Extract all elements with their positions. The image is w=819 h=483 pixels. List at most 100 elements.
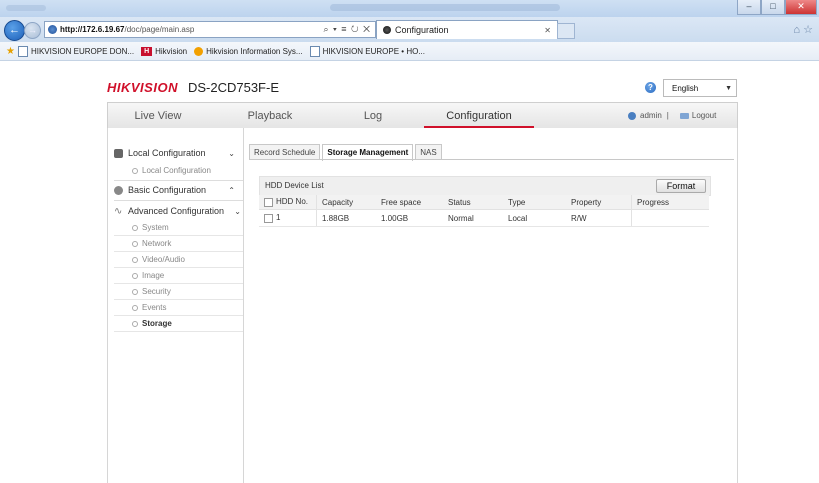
col-capacity: Capacity bbox=[316, 195, 376, 210]
sidebar-item-label: System bbox=[142, 223, 169, 232]
table-row[interactable]: 1 1.88GB 1.00GB Normal Local R/W bbox=[259, 209, 709, 227]
minimize-button[interactable]: – bbox=[737, 0, 761, 15]
content-frame: Local Configuration ⌄ Local Configuratio… bbox=[107, 128, 738, 483]
tab-title: Configuration bbox=[395, 25, 449, 35]
home-icon[interactable]: ⌂ bbox=[793, 24, 800, 36]
logo-text: HIKVISION bbox=[107, 80, 178, 95]
url-path: /doc/page/main.asp bbox=[124, 25, 195, 34]
row-checkbox[interactable] bbox=[264, 213, 273, 223]
logout-icon bbox=[679, 113, 689, 119]
col-status: Status bbox=[443, 195, 503, 210]
bullet-icon bbox=[132, 256, 138, 263]
sidebar: Local Configuration ⌄ Local Configuratio… bbox=[108, 128, 244, 483]
sidebar-item-storage[interactable]: Storage bbox=[114, 316, 243, 332]
table-header-row: HDD No. Capacity Free space Status Type … bbox=[259, 195, 709, 210]
nav-playback[interactable]: Playback bbox=[220, 103, 320, 129]
tab-baseline bbox=[249, 159, 734, 160]
globe-icon bbox=[48, 25, 57, 34]
address-url[interactable]: http://172.6.19.67/doc/page/main.asp bbox=[60, 25, 194, 34]
sidebar-section-label: Basic Configuration bbox=[128, 185, 207, 195]
window-controls: – □ ✕ bbox=[737, 0, 817, 15]
hikvision-favicon-icon: H bbox=[141, 46, 153, 56]
sidebar-item-security[interactable]: Security bbox=[114, 284, 243, 300]
select-all-checkbox[interactable] bbox=[264, 197, 273, 207]
bullet-icon bbox=[132, 288, 138, 295]
sidebar-item-label: Network bbox=[142, 239, 172, 248]
col-type: Type bbox=[503, 195, 566, 210]
sidebar-item-network[interactable]: Network bbox=[114, 236, 243, 252]
browser-tab-configuration[interactable]: Configuration ✕ bbox=[376, 20, 558, 39]
favorites-item-0[interactable]: ★ HIKVISION EUROPE DON... bbox=[0, 45, 134, 57]
language-select[interactable]: English ▼ bbox=[663, 79, 737, 97]
hdd-list-header: HDD Device List Format bbox=[259, 176, 711, 196]
cell-capacity: 1.88GB bbox=[316, 209, 376, 227]
browser-right-controls: ⌂ ☆ bbox=[793, 23, 813, 36]
new-tab-button[interactable] bbox=[557, 23, 575, 39]
tab-close-icon[interactable]: ✕ bbox=[544, 26, 551, 35]
sidebar-item-system[interactable]: System bbox=[114, 220, 243, 236]
browser-navbar: ← → http://172.6.19.67/doc/page/main.asp… bbox=[0, 17, 819, 42]
device-model: DS-2CD753F-E bbox=[187, 80, 279, 95]
favorites-item-2[interactable]: Hikvision Information Sys... bbox=[194, 46, 303, 56]
cell-hdd-no: 1 bbox=[259, 209, 317, 227]
cell-free-space: 1.00GB bbox=[376, 209, 443, 227]
favorites-label: Hikvision Information Sys... bbox=[206, 46, 303, 56]
sidebar-advanced-configuration[interactable]: ∿ Advanced Configuration ⌄ bbox=[114, 202, 243, 220]
close-window-button[interactable]: ✕ bbox=[785, 0, 817, 15]
tab-nas[interactable]: NAS bbox=[415, 144, 442, 160]
sidebar-section-label: Advanced Configuration bbox=[128, 206, 225, 216]
chevron-down-icon: ▼ bbox=[725, 84, 732, 92]
col-free-space: Free space bbox=[376, 195, 443, 210]
bullet-icon bbox=[132, 272, 138, 279]
bullet-icon bbox=[132, 240, 138, 247]
cell-property: R/W bbox=[566, 209, 632, 227]
bullet-icon bbox=[132, 167, 138, 174]
hdd-device-panel: HDD Device List Format HDD No. Capacity … bbox=[259, 176, 711, 230]
favorites-label: Hikvision bbox=[155, 46, 188, 56]
sidebar-item-events[interactable]: Events bbox=[114, 300, 243, 316]
cell-progress bbox=[631, 209, 709, 227]
address-bar[interactable]: http://172.6.19.67/doc/page/main.asp ⌕ ▾… bbox=[44, 21, 376, 38]
gear-icon bbox=[114, 185, 123, 195]
sidebar-item-label: Image bbox=[142, 271, 165, 280]
user-name[interactable]: admin bbox=[640, 103, 662, 129]
language-value: English bbox=[672, 83, 699, 93]
info-system-icon bbox=[194, 46, 204, 56]
bullet-icon bbox=[132, 224, 138, 231]
address-tools[interactable]: ⌕ ▾ ≡ ↻ ✕ bbox=[323, 24, 371, 35]
chevron-down-icon: ⌄ bbox=[234, 206, 241, 216]
sidebar-item-label: Video/Audio bbox=[142, 255, 185, 264]
user-area: admin | Logout bbox=[628, 103, 716, 129]
favorites-bar: ★ HIKVISION EUROPE DON... H Hikvision Hi… bbox=[0, 42, 819, 61]
bullet-icon bbox=[132, 304, 138, 311]
logout-link[interactable]: Logout bbox=[692, 103, 716, 129]
main-nav: Live View Playback Log Configuration adm… bbox=[107, 102, 738, 130]
sidebar-local-configuration[interactable]: Local Configuration ⌄ bbox=[114, 144, 243, 162]
favorites-item-3[interactable]: HIKVISION EUROPE • HO... bbox=[309, 45, 425, 57]
format-button[interactable]: Format bbox=[656, 179, 706, 193]
sidebar-item-label: Security bbox=[142, 287, 171, 296]
sidebar-item-label: Events bbox=[142, 303, 167, 312]
nav-log[interactable]: Log bbox=[323, 103, 423, 129]
maximize-button[interactable]: □ bbox=[761, 0, 785, 15]
col-hdd-no: HDD No. bbox=[259, 195, 317, 210]
sidebar-basic-configuration[interactable]: Basic Configuration ⌃ bbox=[114, 181, 243, 199]
sidebar-item-label: Local Configuration bbox=[142, 166, 211, 175]
help-icon[interactable]: ? bbox=[645, 82, 656, 93]
sidebar-item-image[interactable]: Image bbox=[114, 268, 243, 284]
brand-header: HIKVISION DS-2CD753F-E bbox=[107, 80, 279, 95]
back-button[interactable]: ← bbox=[4, 20, 25, 41]
column-label: HDD No. bbox=[276, 197, 309, 207]
tab-record-schedule[interactable]: Record Schedule bbox=[249, 144, 321, 160]
favorites-item-1[interactable]: H Hikvision bbox=[141, 46, 188, 56]
forward-button[interactable]: → bbox=[24, 22, 41, 39]
sidebar-item-video-audio[interactable]: Video/Audio bbox=[114, 252, 243, 268]
url-host: http://172.6.19.67 bbox=[60, 25, 125, 34]
nav-live-view[interactable]: Live View bbox=[108, 103, 208, 129]
sidebar-item-label: Storage bbox=[142, 319, 172, 328]
favorites-star-icon[interactable]: ☆ bbox=[803, 24, 813, 36]
favorites-star-icon: ★ bbox=[6, 45, 15, 57]
favorites-label: HIKVISION EUROPE • HO... bbox=[322, 46, 425, 56]
sidebar-item-local-configuration[interactable]: Local Configuration bbox=[114, 163, 243, 178]
col-property: Property bbox=[566, 195, 632, 210]
